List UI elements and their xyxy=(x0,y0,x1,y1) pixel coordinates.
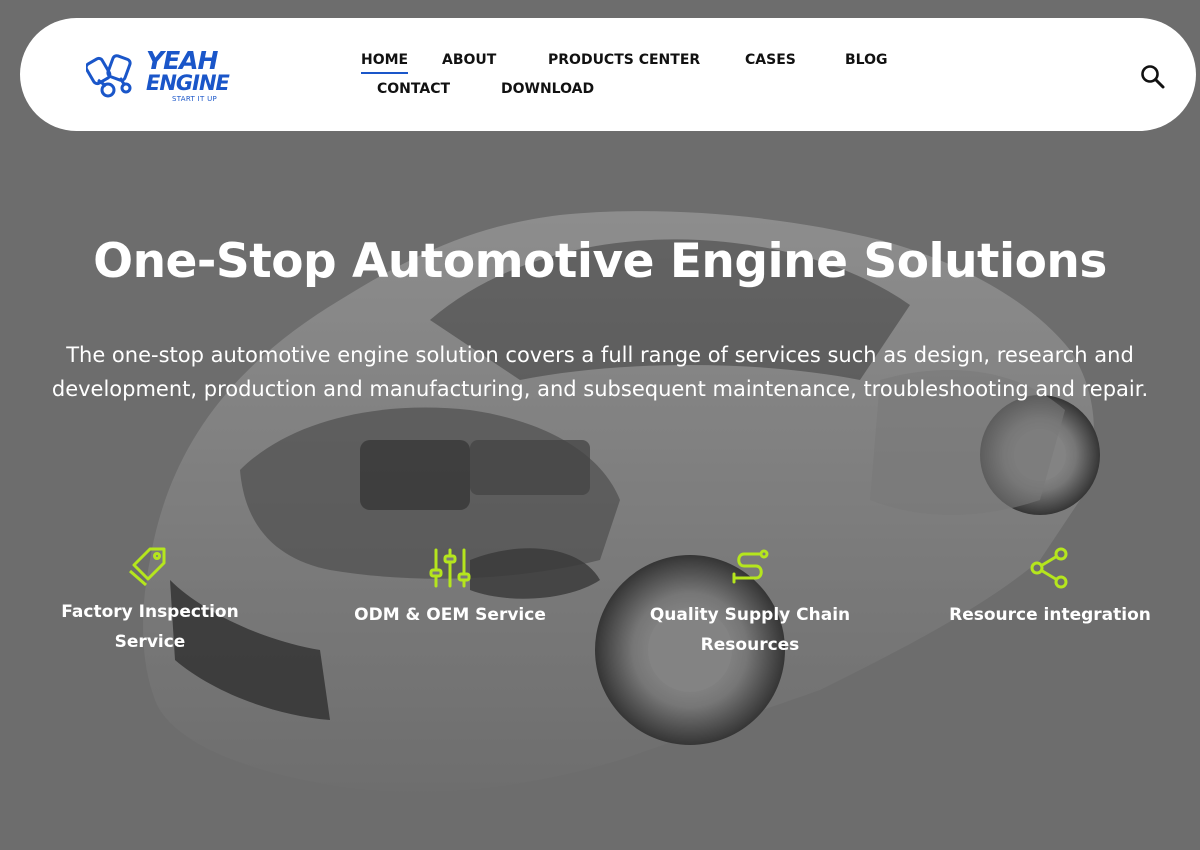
feature-label: Resource integration xyxy=(949,605,1151,625)
nav-item-home[interactable]: HOME xyxy=(361,52,409,74)
route-icon xyxy=(732,549,769,584)
feature-odm-oem[interactable]: ODM & OEM Service xyxy=(335,546,565,630)
nav-item-blog[interactable]: BLOG xyxy=(845,52,888,68)
feature-quality-supply-chain[interactable]: Quality Supply Chain Resources xyxy=(635,546,865,660)
tag-icon xyxy=(129,547,166,587)
brand-tagline: START IT UP xyxy=(172,95,218,103)
feature-label: Factory Inspection Service xyxy=(61,602,239,652)
feature-label: ODM & OEM Service xyxy=(354,605,546,625)
nav-item-download[interactable]: DOWNLOAD xyxy=(501,81,594,97)
nav-item-about[interactable]: ABOUT xyxy=(442,52,496,68)
feature-label: Quality Supply Chain Resources xyxy=(649,605,851,655)
nav-item-cases[interactable]: CASES xyxy=(745,52,796,68)
engine-logo-icon xyxy=(86,54,132,98)
nav-item-products-center[interactable]: PRODUCTS CENTER xyxy=(548,52,700,68)
site-header: YEAH ENGINE START IT UP HOME ABOUT PRODU… xyxy=(20,18,1196,131)
feature-factory-inspection[interactable]: Factory Inspection Service xyxy=(35,543,265,657)
sliders-icon xyxy=(429,548,471,588)
nav-item-contact[interactable]: CONTACT xyxy=(377,81,450,97)
feature-resource-integration[interactable]: Resource integration xyxy=(935,546,1165,630)
hero-title: One-Stop Automotive Engine Solutions xyxy=(93,234,1107,289)
hero-description: The one-stop automotive engine solution … xyxy=(51,343,1149,401)
brand-logo[interactable]: YEAH ENGINE START IT UP xyxy=(86,46,236,106)
share-icon xyxy=(1030,547,1068,589)
search-icon[interactable] xyxy=(1140,64,1166,90)
brand-name-line2: ENGINE xyxy=(146,71,230,95)
